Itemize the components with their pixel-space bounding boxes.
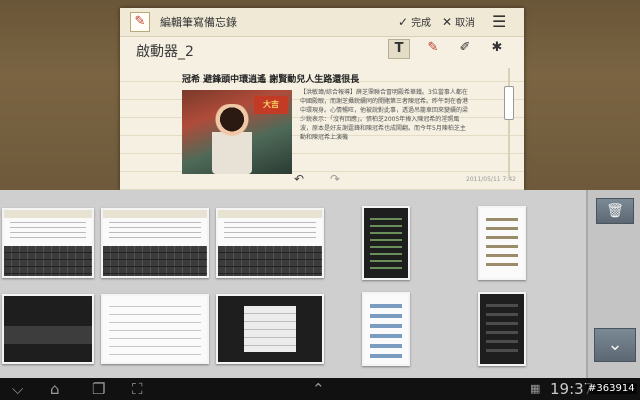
recent-thumb-voice[interactable] (2, 294, 94, 364)
recent-apps-panel (0, 190, 586, 378)
clip-headline: 冠希 避鋒頭中環逍遙 謝賢動兒人生路還很長 (182, 75, 360, 85)
overflow-menu-icon[interactable]: ☰ (492, 12, 506, 31)
memo-subject[interactable]: 啟動器_2 (136, 41, 194, 61)
recent-thumb-memo-1[interactable] (2, 208, 94, 278)
memo-window[interactable]: ✎ 編輯筆寫備忘錄 ✓ 完成 ✕ 取消 ☰ 啟動器_2 T ✎ ✐ ✱ 冠希 避鋒頭… (120, 8, 524, 190)
screenshot-icon[interactable]: ⛶ (132, 379, 143, 399)
chevron-up-icon[interactable]: ⌃ (312, 379, 325, 399)
recent-thumb-news-page[interactable] (478, 206, 526, 280)
pen-tool-icon[interactable]: ✎ (422, 39, 444, 59)
photo-sign: 大吉 (254, 96, 288, 114)
palette-icon[interactable]: ✱ (486, 39, 508, 59)
recent-thumb-settings-list[interactable] (362, 206, 410, 280)
recent-side-rail: 🗑 ⌄ (586, 190, 640, 378)
recent-thumb-dialog[interactable] (216, 294, 324, 364)
keyboard-icon: ▦ (530, 382, 541, 395)
eraser-tool-icon[interactable]: ✐ (454, 39, 476, 59)
text-tool-icon[interactable]: T (388, 39, 410, 59)
clip-text: 【洪敏瑋/綜合報導】薛芝霈聯合冒明殿希華鐵。3位當事人都在中國殿眼，而謝芝攝鋭續… (300, 89, 469, 141)
cancel-label: 取消 (455, 18, 476, 29)
memo-scroll-handle[interactable] (504, 86, 514, 120)
trash-icon[interactable]: 🗑 (596, 198, 634, 224)
undo-icon[interactable]: ↶ (294, 172, 304, 186)
recent-thumb-gallery[interactable] (362, 292, 410, 366)
memo-scroll-track (508, 68, 510, 178)
memo-titlebar: ✎ 編輯筆寫備忘錄 ✓ 完成 ✕ 取消 ☰ (120, 8, 524, 37)
memo-app-icon: ✎ (130, 12, 150, 32)
recent-thumb-memo-3[interactable] (216, 208, 324, 278)
memo-title: 編輯筆寫備忘錄 (160, 16, 237, 29)
recent-apps-icon[interactable]: ❐ (92, 379, 105, 399)
cancel-button[interactable]: ✕ 取消 (442, 14, 475, 29)
system-bar: ⌵ ⌂ ❐ ⛶ ⌃ ▦ 19:37 (0, 378, 640, 400)
checkmark-icon: ✓ (398, 15, 409, 29)
recent-thumb-dark-app[interactable] (478, 292, 526, 366)
redo-icon[interactable]: ↷ (330, 172, 340, 186)
home-icon[interactable]: ⌂ (50, 379, 60, 399)
photo-person (212, 104, 252, 174)
back-icon[interactable]: ⌵ (12, 379, 23, 399)
watermark: #363914 (586, 383, 637, 394)
recent-thumb-memo-2[interactable] (101, 208, 209, 278)
done-label: 完成 (411, 18, 432, 29)
close-icon: ✕ (442, 15, 453, 29)
memo-date: 2011/05/11 7:42 (466, 176, 516, 183)
recent-thumb-list-app[interactable] (101, 294, 209, 364)
clip-photo: 大吉 (182, 90, 292, 174)
chevron-down-icon[interactable]: ⌄ (594, 328, 636, 362)
done-button[interactable]: ✓ 完成 (398, 14, 431, 29)
